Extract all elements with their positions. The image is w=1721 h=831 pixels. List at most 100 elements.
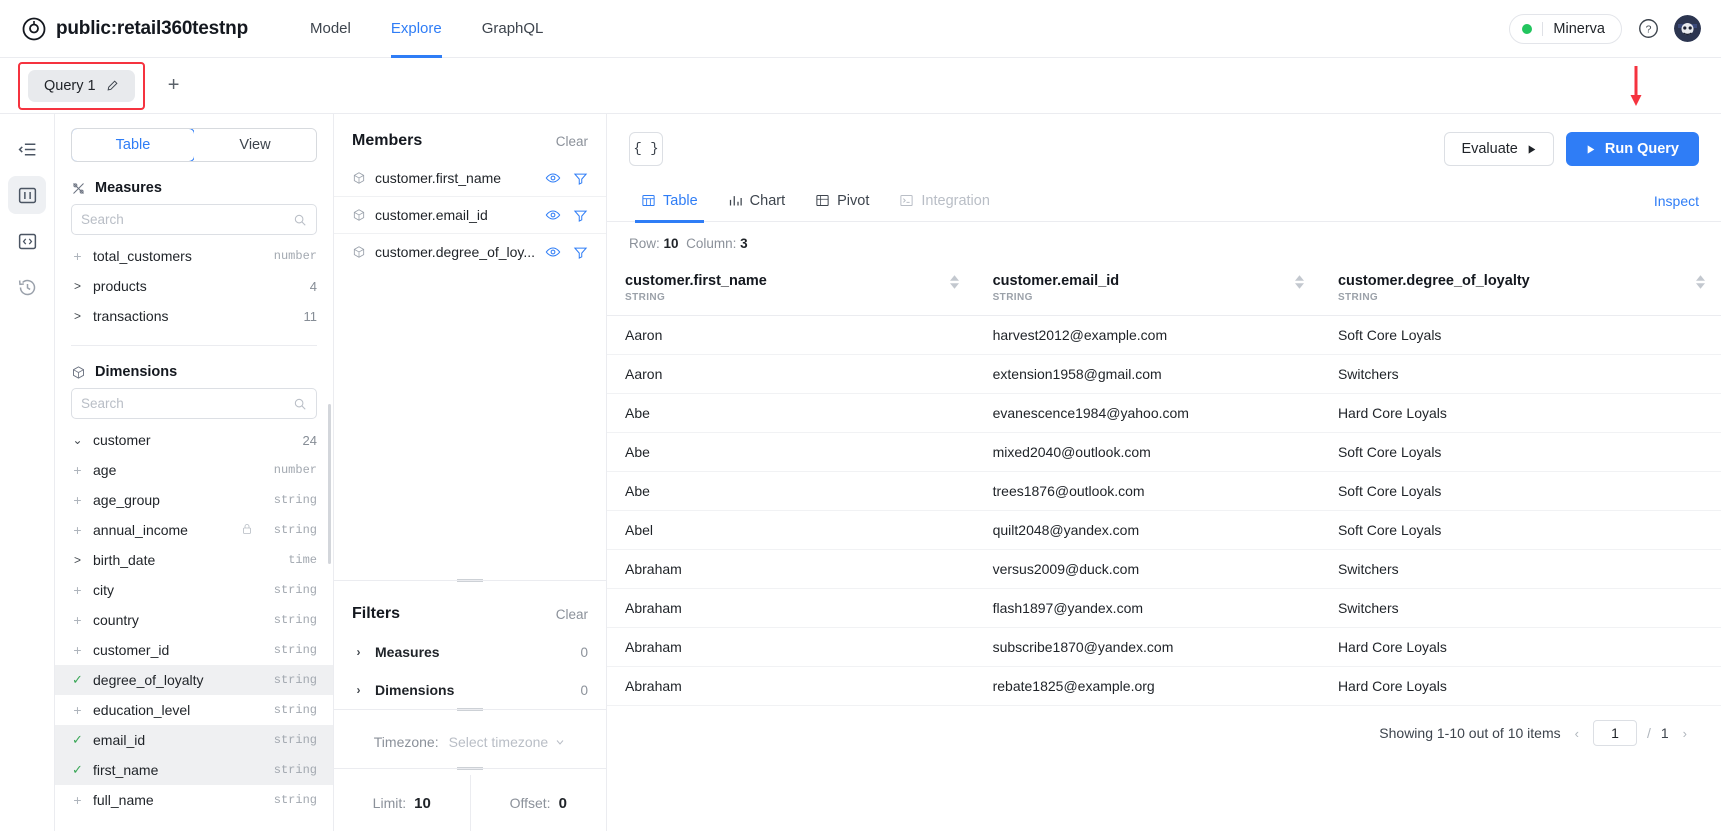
chevron-right-icon[interactable]: >	[71, 553, 84, 567]
dimension-item-full-name[interactable]: + full_name string	[55, 785, 333, 815]
table-row[interactable]: Abraham flash1897@yandex.com Switchers	[607, 588, 1721, 628]
eye-icon[interactable]	[545, 244, 561, 260]
add-marker-icon[interactable]: +	[71, 462, 84, 478]
chevron-left-icon[interactable]: ‹	[1571, 726, 1583, 741]
nav-tab-model[interactable]: Model	[290, 0, 371, 58]
table-row[interactable]: Abraham subscribe1870@yandex.com Hard Co…	[607, 627, 1721, 667]
table-row[interactable]: Abe evanescence1984@yahoo.com Hard Core …	[607, 393, 1721, 433]
table-row[interactable]: Abel quilt2048@yandex.com Soft Core Loya…	[607, 510, 1721, 550]
add-marker-icon[interactable]: +	[71, 612, 84, 628]
add-marker-icon[interactable]: +	[71, 522, 84, 538]
avatar[interactable]	[1674, 15, 1701, 42]
panel-resize-handle[interactable]	[334, 708, 606, 716]
filter-icon[interactable]	[573, 208, 588, 223]
add-marker-icon[interactable]: +	[71, 702, 84, 718]
filter-icon[interactable]	[573, 171, 588, 186]
members-clear-button[interactable]: Clear	[556, 134, 588, 149]
chevron-right-icon[interactable]: ›	[352, 645, 365, 659]
dimension-item-city[interactable]: + city string	[55, 575, 333, 605]
check-icon[interactable]: ✓	[71, 762, 84, 778]
panel-resize-handle[interactable]	[334, 767, 606, 775]
filter-group-dimensions[interactable]: › Dimensions 0	[334, 671, 606, 709]
table-row[interactable]: Abe mixed2040@outlook.com Soft Core Loya…	[607, 432, 1721, 472]
dimensions-search-box[interactable]	[71, 388, 317, 419]
dimension-item-education-level[interactable]: + education_level string	[55, 695, 333, 725]
filter-icon[interactable]	[573, 245, 588, 260]
inspect-button[interactable]: Inspect	[1654, 193, 1699, 209]
chevron-right-icon[interactable]: ›	[1679, 726, 1691, 741]
add-marker-icon[interactable]: +	[71, 582, 84, 598]
dimension-item-country[interactable]: + country string	[55, 605, 333, 635]
rail-button-panel-collapse[interactable]	[8, 130, 46, 168]
toggle-view[interactable]: View	[194, 129, 316, 161]
evaluate-button[interactable]: Evaluate	[1444, 132, 1554, 166]
environment-status-pill[interactable]: Minerva	[1509, 13, 1622, 44]
sort-toggle-icon[interactable]	[1688, 275, 1705, 289]
run-query-button[interactable]: Run Query	[1565, 132, 1699, 166]
offset-field[interactable]: Offset: 0	[469, 775, 607, 831]
add-marker-icon[interactable]: +	[71, 792, 84, 808]
member-row[interactable]: customer.first_name	[334, 160, 606, 196]
dimension-item-annual-income[interactable]: + annual_income string	[55, 515, 333, 545]
dimension-item-first-name[interactable]: ✓ first_name string	[55, 755, 333, 785]
column-header-first-name[interactable]: customer.first_name STRING	[607, 261, 975, 316]
chevron-down-icon[interactable]: ⌄	[71, 433, 84, 447]
table-row[interactable]: Abraham rebate1825@example.org Hard Core…	[607, 666, 1721, 706]
brand[interactable]: public:retail360testnp	[22, 17, 248, 41]
table-row[interactable]: Aaron harvest2012@example.com Soft Core …	[607, 315, 1721, 355]
measure-item-total-customers[interactable]: + total_customers number	[55, 241, 333, 271]
toggle-table[interactable]: Table	[72, 129, 195, 161]
nav-tab-explore[interactable]: Explore	[371, 0, 462, 58]
eye-icon[interactable]	[545, 207, 561, 223]
panel-resize-handle[interactable]	[334, 579, 606, 587]
dimension-item-degree-of-loyalty[interactable]: ✓ degree_of_loyalty string	[55, 665, 333, 695]
timezone-select[interactable]: Select timezone	[449, 734, 567, 750]
pencil-icon[interactable]	[106, 79, 119, 92]
dimension-group-birth-date[interactable]: > birth_date time	[55, 545, 333, 575]
member-row[interactable]: customer.email_id	[334, 196, 606, 233]
rail-button-columns[interactable]	[8, 176, 46, 214]
measures-search-box[interactable]	[71, 204, 317, 235]
column-header-email-id[interactable]: customer.email_id STRING	[974, 261, 1320, 316]
dimension-item-email-id[interactable]: ✓ email_id string	[55, 725, 333, 755]
eye-icon[interactable]	[545, 170, 561, 186]
dimension-item-age-group[interactable]: + age_group string	[55, 485, 333, 515]
table-row[interactable]: Abe trees1876@outlook.com Soft Core Loya…	[607, 471, 1721, 511]
nav-tab-graphql[interactable]: GraphQL	[462, 0, 564, 58]
page-number-input[interactable]	[1592, 720, 1637, 746]
check-icon[interactable]: ✓	[71, 732, 84, 748]
add-marker-icon[interactable]: +	[71, 642, 84, 658]
tab-pivot[interactable]: Pivot	[803, 180, 881, 222]
dimension-item-age[interactable]: + age number	[55, 455, 333, 485]
rail-button-history[interactable]	[8, 268, 46, 306]
chevron-right-icon[interactable]: ›	[352, 683, 365, 697]
left-panel-scrollbar[interactable]	[328, 404, 331, 564]
query-tab-query-1[interactable]: Query 1	[28, 69, 135, 102]
rail-button-code[interactable]	[8, 222, 46, 260]
measures-search-input[interactable]	[81, 212, 293, 227]
filter-group-measures[interactable]: › Measures 0	[334, 633, 606, 671]
measure-group-transactions[interactable]: > transactions 11	[55, 301, 333, 331]
dimensions-search-input[interactable]	[81, 396, 293, 411]
help-icon[interactable]: ?	[1636, 17, 1660, 41]
sort-toggle-icon[interactable]	[1287, 275, 1304, 289]
table-row[interactable]: Aaron extension1958@gmail.com Switchers	[607, 354, 1721, 394]
table-row[interactable]: Abraham versus2009@duck.com Switchers	[607, 549, 1721, 589]
json-view-button[interactable]: { }	[629, 132, 663, 166]
filters-clear-button[interactable]: Clear	[556, 607, 588, 622]
tab-chart[interactable]: Chart	[716, 180, 797, 222]
check-icon[interactable]: ✓	[71, 672, 84, 688]
member-row[interactable]: customer.degree_of_loy...	[334, 233, 606, 270]
add-marker-icon[interactable]: +	[71, 492, 84, 508]
measure-group-products[interactable]: > products 4	[55, 271, 333, 301]
tab-table[interactable]: Table	[629, 180, 710, 223]
sort-toggle-icon[interactable]	[942, 275, 959, 289]
dimension-item-customer-id[interactable]: + customer_id string	[55, 635, 333, 665]
add-marker-icon[interactable]: +	[71, 248, 84, 264]
add-query-tab-button[interactable]: +	[159, 71, 189, 101]
chevron-right-icon[interactable]: >	[71, 279, 84, 293]
dimension-group-customer[interactable]: ⌄ customer 24	[55, 425, 333, 455]
chevron-right-icon[interactable]: >	[71, 309, 84, 323]
column-header-degree-of-loyalty[interactable]: customer.degree_of_loyalty STRING	[1319, 261, 1721, 316]
limit-field[interactable]: Limit: 10	[334, 775, 470, 831]
